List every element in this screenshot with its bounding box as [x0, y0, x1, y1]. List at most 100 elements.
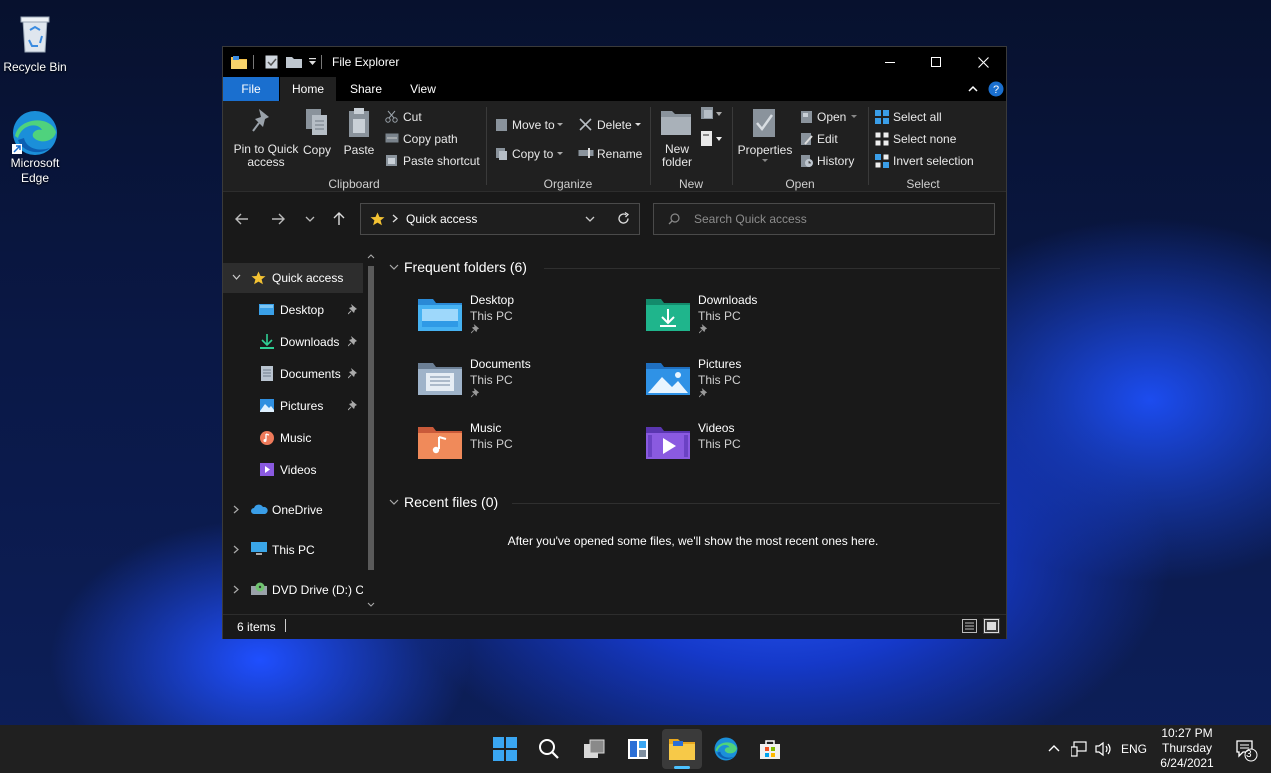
volume-icon[interactable]	[1095, 741, 1111, 757]
tab-view[interactable]: View	[398, 77, 448, 101]
collapse-section-icon[interactable]	[389, 499, 399, 505]
rename-button[interactable]: Rename	[577, 145, 645, 163]
sidebar-item-downloads[interactable]: Downloads	[223, 327, 363, 357]
task-view-button[interactable]	[574, 729, 614, 769]
open-button[interactable]: Open	[799, 109, 863, 125]
taskbar: ENG 10:27 PM Thursday 6/24/2021 3	[0, 725, 1271, 773]
minimize-button[interactable]	[867, 47, 913, 77]
customize-qat-icon[interactable]	[308, 57, 317, 66]
folder-tile-desktop[interactable]: Desktop This PC	[418, 293, 638, 353]
expand-chevron-icon[interactable]	[233, 505, 239, 514]
windows-logo-icon	[493, 737, 517, 761]
scroll-up-icon[interactable]	[367, 254, 375, 259]
widgets-button[interactable]	[618, 729, 658, 769]
folder-tile-music[interactable]: Music This PC	[418, 421, 638, 481]
address-bar[interactable]: Quick access	[360, 203, 640, 235]
copy-to-button[interactable]: Copy to	[493, 145, 571, 163]
scroll-down-icon[interactable]	[367, 602, 375, 607]
search-button[interactable]	[529, 729, 569, 769]
help-icon[interactable]: ?	[988, 81, 1004, 97]
details-view-icon[interactable]	[962, 619, 977, 633]
search-box[interactable]: Search Quick access	[653, 203, 995, 235]
recent-locations-chevron-icon[interactable]	[305, 216, 315, 223]
edit-button[interactable]: Edit	[799, 131, 863, 147]
sidebar-item-music[interactable]: Music	[223, 423, 363, 453]
invert-selection-button[interactable]: Invert selection	[873, 153, 983, 169]
large-icons-view-button[interactable]	[983, 618, 1000, 634]
desktop-icon-edge[interactable]: Microsoft Edge	[0, 108, 70, 186]
file-explorer-window: File Explorer File Home Share View ? Pin…	[222, 46, 1007, 639]
tab-share[interactable]: Share	[340, 77, 392, 101]
pin-label-line2: access	[247, 155, 285, 169]
chevron-down-icon	[851, 115, 857, 119]
expand-chevron-icon[interactable]	[232, 274, 241, 280]
back-arrow-icon[interactable]	[235, 213, 249, 225]
scroll-thumb[interactable]	[368, 266, 374, 570]
tab-home[interactable]: Home	[280, 77, 336, 101]
paste-button[interactable]: Paste	[341, 103, 377, 173]
move-to-button[interactable]: Move to	[493, 116, 571, 134]
folder-tile-videos[interactable]: Videos This PC	[646, 421, 866, 481]
pin-icon[interactable]	[348, 400, 358, 411]
frequent-folders-title[interactable]: Frequent folders (6)	[404, 259, 527, 275]
sidebar-item-quick-access[interactable]: Quick access	[223, 263, 363, 293]
history-button[interactable]: History	[799, 153, 863, 169]
up-arrow-icon[interactable]	[333, 212, 345, 226]
folder-tile-downloads[interactable]: Downloads This PC	[646, 293, 866, 353]
start-button[interactable]	[485, 729, 525, 769]
cut-button[interactable]: Cut	[383, 109, 483, 125]
sidebar-item-onedrive[interactable]: OneDrive	[223, 495, 363, 525]
address-path[interactable]: Quick access	[406, 212, 477, 226]
collapse-section-icon[interactable]	[389, 264, 399, 270]
show-hidden-icons-icon[interactable]	[1048, 744, 1060, 752]
folder-tile-pictures[interactable]: Pictures This PC	[646, 357, 866, 417]
properties-qat-icon[interactable]	[265, 55, 278, 69]
pin-icon[interactable]	[348, 336, 358, 347]
desktop-icon-recycle-bin[interactable]: Recycle Bin	[0, 12, 70, 75]
sidebar-item-desktop[interactable]: Desktop	[223, 295, 363, 325]
select-all-button[interactable]: Select all	[873, 109, 983, 125]
maximize-button[interactable]	[913, 47, 959, 77]
new-folder-qat-icon[interactable]	[286, 56, 302, 68]
language-indicator[interactable]: ENG	[1121, 742, 1147, 756]
store-button[interactable]	[750, 729, 790, 769]
sidebar-item-dvd-drive[interactable]: DVD Drive (D:) CC	[223, 575, 363, 605]
title-bar[interactable]: File Explorer	[223, 47, 1006, 77]
sidebar-scrollbar[interactable]	[363, 248, 379, 614]
folder-tile-documents[interactable]: Documents This PC	[418, 357, 638, 417]
paste-label: Paste	[343, 143, 375, 157]
pin-icon[interactable]	[348, 368, 358, 379]
new-folder-button[interactable]: New folder	[655, 103, 699, 173]
collapse-ribbon-icon[interactable]	[968, 85, 978, 92]
video-icon	[260, 463, 274, 476]
forward-arrow-icon[interactable]	[271, 213, 285, 225]
clock[interactable]: 10:27 PM Thursday 6/24/2021	[1150, 726, 1224, 772]
sidebar-item-pictures[interactable]: Pictures	[223, 391, 363, 421]
network-icon[interactable]	[1071, 741, 1087, 757]
copy-path-button[interactable]: Copy path	[383, 131, 483, 147]
delete-button[interactable]: Delete	[577, 116, 645, 134]
easy-access-icon[interactable]	[701, 131, 723, 147]
sidebar-item-this-pc[interactable]: This PC	[223, 535, 363, 565]
copy-button[interactable]: Copy	[301, 103, 333, 173]
address-dropdown-icon[interactable]	[585, 216, 595, 223]
select-none-label: Select none	[893, 132, 957, 146]
pin-to-quick-access-button[interactable]: Pin to Quick access	[227, 103, 309, 173]
close-button[interactable]	[960, 47, 1006, 77]
select-none-icon	[875, 132, 889, 146]
pin-icon[interactable]	[348, 304, 358, 315]
edge-taskbar-button[interactable]	[706, 729, 746, 769]
select-none-button[interactable]: Select none	[873, 131, 983, 147]
sidebar-item-documents[interactable]: Documents	[223, 359, 363, 389]
sidebar-item-videos[interactable]: Videos	[223, 455, 363, 485]
expand-chevron-icon[interactable]	[233, 585, 239, 594]
chevron-down-icon	[557, 123, 563, 127]
properties-button[interactable]: Properties	[737, 103, 793, 173]
tab-file[interactable]: File	[223, 77, 279, 101]
refresh-icon[interactable]	[617, 212, 630, 225]
recent-files-title[interactable]: Recent files (0)	[404, 494, 498, 510]
file-explorer-taskbar-button[interactable]	[662, 729, 702, 769]
paste-shortcut-button[interactable]: Paste shortcut	[383, 153, 483, 169]
expand-chevron-icon[interactable]	[233, 545, 239, 554]
new-item-icon[interactable]	[701, 107, 723, 121]
